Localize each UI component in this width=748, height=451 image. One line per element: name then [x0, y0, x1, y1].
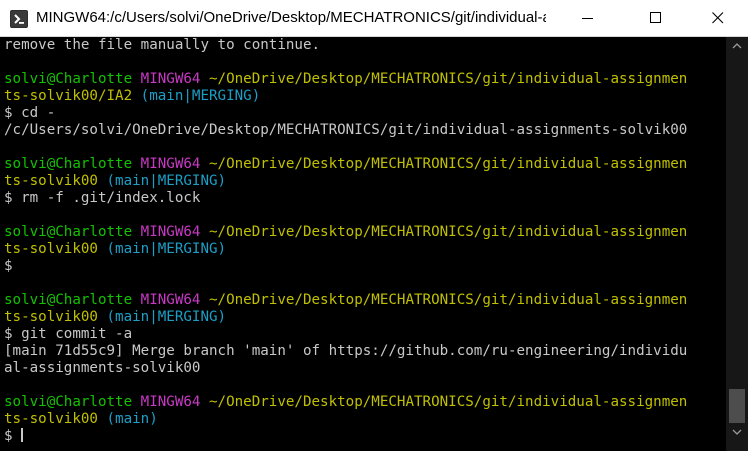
- mingw-terminal-icon: [10, 10, 28, 28]
- terminal-line: remove the file manually to continue.: [4, 37, 726, 54]
- terminal-line: $ cd -: [4, 105, 726, 122]
- terminal-text-segment: ~/OneDrive/Desktop/MECHATRONICS/git/indi…: [209, 224, 688, 240]
- terminal-text-segment: solvi@Charlotte: [4, 224, 141, 240]
- terminal-text-segment: solvi@Charlotte: [4, 156, 141, 172]
- terminal-text-segment: MINGW64: [140, 394, 210, 410]
- terminal-text-segment: ts-solvik00: [4, 411, 107, 427]
- terminal-text-segment: ~/OneDrive/Desktop/MECHATRONICS/git/indi…: [209, 71, 688, 87]
- close-button[interactable]: [695, 0, 741, 36]
- terminal-line: al-assignments-solvik00: [4, 360, 726, 377]
- terminal-text-segment: MINGW64: [140, 224, 210, 240]
- terminal-text-segment: remove the file manually to continue.: [4, 37, 321, 53]
- terminal-text-segment: $ git commit -a: [4, 326, 133, 342]
- terminal-text-segment: /c/Users/solvi/OneDrive/Desktop/MECHATRO…: [4, 122, 688, 138]
- minimize-button[interactable]: [565, 0, 611, 36]
- terminal-text-segment: MINGW64: [140, 71, 210, 87]
- maximize-icon: [650, 12, 661, 23]
- prompt-line[interactable]: $: [4, 428, 726, 445]
- terminal-line: ts-solvik00 (main): [4, 411, 726, 428]
- terminal-output[interactable]: remove the file manually to continue. sol…: [0, 37, 726, 451]
- terminal-text-segment: ~/OneDrive/Desktop/MECHATRONICS/git/indi…: [209, 394, 688, 410]
- title-bar[interactable]: MINGW64:/c/Users/solvi/OneDrive/Desktop/…: [0, 0, 748, 37]
- maximize-button[interactable]: [633, 0, 679, 36]
- terminal-text-segment: ~/OneDrive/Desktop/MECHATRONICS/git/indi…: [209, 156, 688, 172]
- terminal-text-segment: ts-solvik00: [4, 309, 107, 325]
- terminal-text-segment: MINGW64: [140, 156, 210, 172]
- terminal-line: $ rm -f .git/index.lock: [4, 190, 726, 207]
- terminal-line: ts-solvik00 (main|MERGING): [4, 173, 726, 190]
- terminal-text-segment: ts-solvik00: [4, 173, 107, 189]
- chevron-down-icon: [732, 429, 742, 435]
- scroll-up-button[interactable]: [726, 37, 748, 55]
- terminal-line: /c/Users/solvi/OneDrive/Desktop/MECHATRO…: [4, 122, 726, 139]
- terminal-line: solvi@Charlotte MINGW64 ~/OneDrive/Deskt…: [4, 156, 726, 173]
- scroll-down-button[interactable]: [726, 423, 748, 441]
- terminal-line: $ git commit -a: [4, 326, 726, 343]
- chevron-up-icon: [732, 43, 742, 49]
- terminal-text-segment: (main|MERGING): [106, 241, 227, 257]
- terminal-line: solvi@Charlotte MINGW64 ~/OneDrive/Deskt…: [4, 224, 726, 241]
- window-title: MINGW64:/c/Users/solvi/OneDrive/Desktop/…: [36, 9, 546, 26]
- close-icon: [712, 12, 724, 24]
- terminal-text-segment: ~/OneDrive/Desktop/MECHATRONICS/git/indi…: [209, 292, 688, 308]
- vertical-scrollbar[interactable]: [726, 37, 748, 451]
- terminal-line: [main 71d55c9] Merge branch 'main' of ht…: [4, 343, 726, 360]
- terminal-text-segment: (main|MERGING): [140, 88, 261, 104]
- terminal-line: solvi@Charlotte MINGW64 ~/OneDrive/Deskt…: [4, 394, 726, 411]
- terminal-text-segment: ts-solvik00: [4, 241, 107, 257]
- terminal-text-segment: $: [4, 258, 13, 274]
- terminal-text-segment: solvi@Charlotte: [4, 71, 141, 87]
- terminal-text-segment: $ cd -: [4, 105, 56, 121]
- terminal-text-segment: (main|MERGING): [106, 173, 227, 189]
- prompt-symbol: $: [4, 428, 22, 444]
- terminal-line: solvi@Charlotte MINGW64 ~/OneDrive/Deskt…: [4, 292, 726, 309]
- terminal-text-segment: solvi@Charlotte: [4, 394, 141, 410]
- terminal-text-segment: MINGW64: [140, 292, 210, 308]
- terminal-line: ts-solvik00 (main|MERGING): [4, 241, 726, 258]
- scroll-thumb[interactable]: [729, 389, 745, 423]
- minimize-icon: [582, 18, 593, 19]
- terminal-text-segment: [main 71d55c9] Merge branch 'main' of ht…: [4, 343, 688, 359]
- terminal-line: solvi@Charlotte MINGW64 ~/OneDrive/Deskt…: [4, 71, 726, 88]
- terminal-text-segment: $ rm -f .git/index.lock: [4, 190, 201, 206]
- terminal-line: ts-solvik00 (main|MERGING): [4, 309, 726, 326]
- terminal-window: MINGW64:/c/Users/solvi/OneDrive/Desktop/…: [0, 0, 748, 451]
- terminal-text-segment: (main): [106, 411, 158, 427]
- text-cursor: [21, 428, 24, 442]
- terminal-text-segment: solvi@Charlotte: [4, 292, 141, 308]
- terminal-text-segment: ts-solvik00/IA2: [4, 88, 141, 104]
- terminal-text-segment: al-assignments-solvik00: [4, 360, 201, 376]
- terminal-line: $: [4, 258, 726, 275]
- terminal-text-segment: (main|MERGING): [106, 309, 227, 325]
- terminal-line: ts-solvik00/IA2 (main|MERGING): [4, 88, 726, 105]
